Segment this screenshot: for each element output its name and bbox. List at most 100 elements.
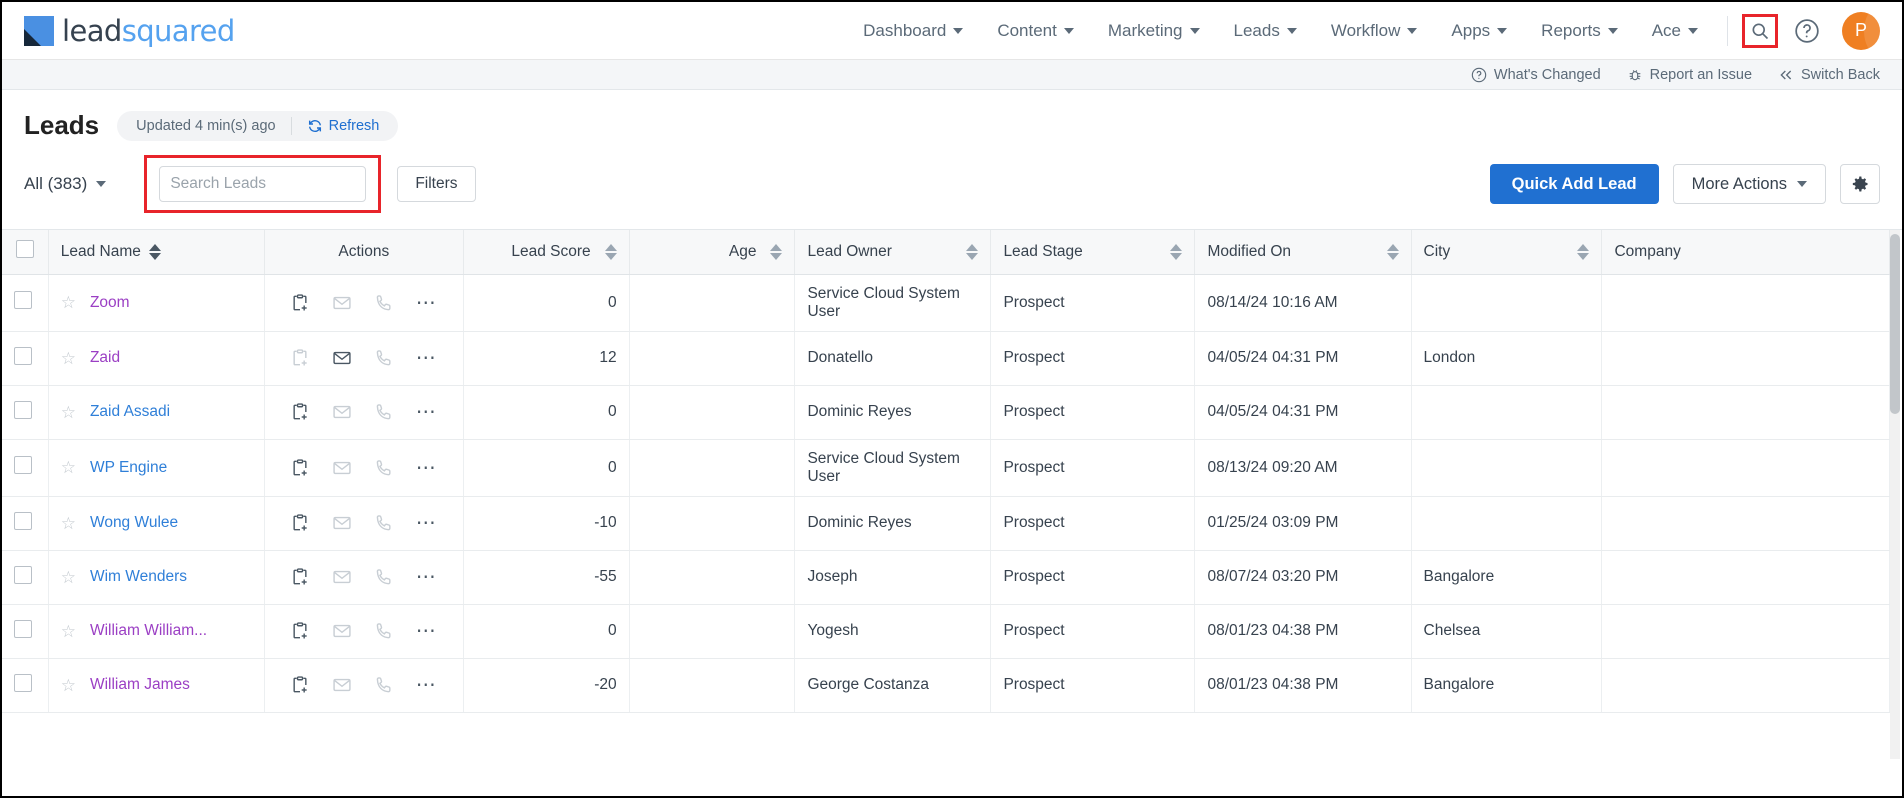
nav-item-ace[interactable]: Ace: [1635, 13, 1715, 49]
lead-name-link[interactable]: Zaid: [90, 349, 120, 367]
search-input[interactable]: [170, 175, 370, 193]
row-checkbox[interactable]: [14, 456, 32, 474]
user-avatar[interactable]: P: [1842, 12, 1880, 50]
lead-name-link[interactable]: WP Engine: [90, 459, 167, 477]
settings-button[interactable]: [1840, 164, 1880, 204]
column-header-lead-name[interactable]: Lead Name: [48, 230, 264, 274]
add-task-icon[interactable]: [290, 458, 310, 478]
add-task-icon[interactable]: [290, 675, 310, 695]
more-options-icon[interactable]: ⋯: [416, 348, 438, 368]
add-task-icon[interactable]: [290, 621, 310, 641]
column-header-lead-stage[interactable]: Lead Stage: [991, 230, 1195, 274]
lead-name-link[interactable]: William William...: [90, 622, 207, 640]
add-task-icon[interactable]: [290, 348, 310, 368]
sort-toggle-lead-owner[interactable]: [966, 244, 978, 260]
whats-changed-link[interactable]: What's Changed: [1471, 67, 1601, 83]
switch-back-link[interactable]: Switch Back: [1778, 67, 1880, 83]
lead-name-link[interactable]: Wim Wenders: [90, 568, 187, 586]
more-options-icon[interactable]: ⋯: [416, 567, 438, 587]
more-options-icon[interactable]: ⋯: [416, 458, 438, 478]
filters-button[interactable]: Filters: [397, 166, 475, 202]
more-options-icon[interactable]: ⋯: [416, 402, 438, 422]
favorite-star-icon[interactable]: ☆: [61, 623, 76, 640]
table-row[interactable]: ☆William James⋯-20George CostanzaProspec…: [2, 658, 1890, 712]
nav-item-dashboard[interactable]: Dashboard: [846, 13, 980, 49]
email-icon[interactable]: [332, 621, 352, 641]
table-row[interactable]: ☆Zaid Assadi⋯0Dominic ReyesProspect04/05…: [2, 385, 1890, 439]
column-header-lead-score[interactable]: Lead Score: [463, 230, 629, 274]
email-icon[interactable]: [332, 458, 352, 478]
table-row[interactable]: ☆Wim Wenders⋯-55JosephProspect08/07/24 0…: [2, 550, 1890, 604]
column-header-age[interactable]: Age: [629, 230, 795, 274]
lead-view-selector[interactable]: All (383): [24, 168, 116, 200]
add-task-icon[interactable]: [290, 293, 310, 313]
column-header-city[interactable]: City: [1411, 230, 1602, 274]
lead-name-link[interactable]: Zoom: [90, 294, 130, 312]
lead-name-link[interactable]: Zaid Assadi: [90, 403, 170, 421]
table-row[interactable]: ☆Wong Wulee⋯-10Dominic ReyesProspect01/2…: [2, 496, 1890, 550]
sort-toggle-lead-stage[interactable]: [1170, 244, 1182, 260]
more-actions-button[interactable]: More Actions: [1673, 164, 1826, 204]
select-all-checkbox[interactable]: [16, 240, 34, 258]
favorite-star-icon[interactable]: ☆: [61, 404, 76, 421]
nav-item-reports[interactable]: Reports: [1524, 13, 1635, 49]
phone-icon[interactable]: [374, 402, 394, 422]
sort-toggle-lead-name[interactable]: [149, 244, 161, 260]
favorite-star-icon[interactable]: ☆: [61, 350, 76, 367]
phone-icon[interactable]: [374, 513, 394, 533]
nav-item-leads[interactable]: Leads: [1217, 13, 1314, 49]
quick-add-lead-button[interactable]: Quick Add Lead: [1490, 164, 1659, 204]
phone-icon[interactable]: [374, 348, 394, 368]
email-icon[interactable]: [332, 293, 352, 313]
search-leads-container[interactable]: [159, 166, 366, 202]
sort-toggle-lead-score[interactable]: [605, 244, 617, 260]
add-task-icon[interactable]: [290, 513, 310, 533]
phone-icon[interactable]: [374, 567, 394, 587]
favorite-star-icon[interactable]: ☆: [61, 294, 76, 311]
phone-icon[interactable]: [374, 458, 394, 478]
column-header-modified-on[interactable]: Modified On: [1195, 230, 1411, 274]
phone-icon[interactable]: [374, 621, 394, 641]
table-row[interactable]: ☆Zaid⋯12DonatelloProspect04/05/24 04:31 …: [2, 331, 1890, 385]
email-icon[interactable]: [332, 513, 352, 533]
table-row[interactable]: ☆Zoom⋯0Service Cloud System UserProspect…: [2, 274, 1890, 331]
sort-toggle-city[interactable]: [1577, 244, 1589, 260]
favorite-star-icon[interactable]: ☆: [61, 677, 76, 694]
row-checkbox[interactable]: [14, 566, 32, 584]
row-checkbox[interactable]: [14, 401, 32, 419]
row-checkbox[interactable]: [14, 291, 32, 309]
add-task-icon[interactable]: [290, 567, 310, 587]
phone-icon[interactable]: [374, 675, 394, 695]
email-icon[interactable]: [332, 675, 352, 695]
favorite-star-icon[interactable]: ☆: [61, 569, 76, 586]
row-checkbox[interactable]: [14, 674, 32, 692]
email-icon[interactable]: [332, 402, 352, 422]
leadsquared-logo[interactable]: leadsquared: [24, 14, 235, 48]
more-options-icon[interactable]: ⋯: [416, 513, 438, 533]
add-task-icon[interactable]: [290, 402, 310, 422]
row-checkbox[interactable]: [14, 620, 32, 638]
favorite-star-icon[interactable]: ☆: [61, 459, 76, 476]
report-issue-link[interactable]: Report an Issue: [1627, 67, 1752, 83]
more-options-icon[interactable]: ⋯: [416, 293, 438, 313]
phone-icon[interactable]: [374, 293, 394, 313]
more-options-icon[interactable]: ⋯: [416, 675, 438, 695]
vertical-scrollbar-thumb[interactable]: [1890, 234, 1900, 414]
help-button[interactable]: [1792, 16, 1822, 46]
email-icon[interactable]: [332, 567, 352, 587]
nav-item-apps[interactable]: Apps: [1434, 13, 1524, 49]
row-checkbox[interactable]: [14, 512, 32, 530]
table-row[interactable]: ☆William William...⋯0YogeshProspect08/01…: [2, 604, 1890, 658]
sort-toggle-modified-on[interactable]: [1387, 244, 1399, 260]
nav-item-content[interactable]: Content: [980, 13, 1091, 49]
lead-name-link[interactable]: William James: [90, 676, 190, 694]
nav-item-workflow[interactable]: Workflow: [1314, 13, 1435, 49]
nav-item-marketing[interactable]: Marketing: [1091, 13, 1217, 49]
lead-name-link[interactable]: Wong Wulee: [90, 514, 178, 532]
refresh-button[interactable]: Refresh: [292, 118, 395, 134]
sort-toggle-age[interactable]: [770, 244, 782, 260]
global-search-button[interactable]: [1742, 14, 1778, 48]
table-row[interactable]: ☆WP Engine⋯0Service Cloud System UserPro…: [2, 439, 1890, 496]
email-icon[interactable]: [332, 348, 352, 368]
column-header-lead-owner[interactable]: Lead Owner: [795, 230, 991, 274]
